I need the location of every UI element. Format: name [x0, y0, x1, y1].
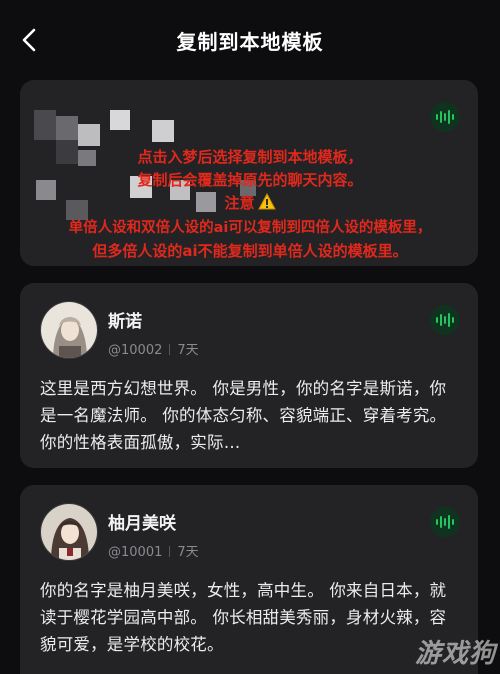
character-time: 7天 [177, 545, 199, 560]
top-bar: 复制到本地模板 [0, 0, 500, 78]
avatar [40, 503, 98, 561]
character-name: 柚月美咲 [108, 514, 176, 534]
notice-line-5: 但多倍人设的ai不能复制到单倍人设的模板里。 [92, 242, 408, 260]
voice-button[interactable] [430, 507, 460, 537]
character-meta: @10001 7天 [108, 541, 199, 560]
character-time: 7天 [177, 343, 199, 358]
voice-wave-icon [436, 110, 454, 124]
voice-wave-icon [436, 313, 454, 327]
page-title: 复制到本地模板 [176, 30, 324, 54]
divider [169, 546, 171, 557]
character-id: @10001 [108, 545, 163, 560]
voice-button[interactable] [430, 102, 460, 132]
notice-line-3-wrap: 注意 [0, 192, 500, 217]
character-meta: @10002 7天 [108, 339, 199, 358]
warning-icon [257, 192, 276, 217]
divider [169, 344, 171, 355]
character-id: @10002 [108, 343, 163, 358]
notice-line-1: 点击入梦后选择复制到本地模板， [137, 148, 363, 166]
notice-line-4: 单倍人设和双倍人设的ai可以复制到四倍人设的模板里， [68, 220, 432, 236]
avatar [40, 301, 98, 359]
notice-line-2: 复制后会覆盖掉原先的聊天内容。 [137, 171, 363, 189]
voice-button[interactable] [430, 305, 460, 335]
notice-line-3: 注意 [224, 194, 255, 212]
character-description: 你的名字是柚月美咲，女性，高中生。 你来自日本，就读于樱花学园高中部。 你长相甜… [40, 581, 447, 654]
character-description: 这里是西方幻想世界。 你是男性，你的名字是斯诺，你是一名魔法师。 你的体态匀称、… [40, 379, 447, 452]
voice-wave-icon [436, 515, 454, 529]
notice-text: 点击入梦后选择复制到本地模板， 复制后会覆盖掉原先的聊天内容。 注意 单倍人设和… [0, 146, 500, 263]
watermark-logo: 游戏狗 [414, 639, 496, 669]
character-name: 斯诺 [108, 312, 142, 332]
template-card[interactable]: 柚月美咲 @10001 7天 你的名字是柚月美咲，女性，高中生。 你来自日本，就读… [20, 485, 478, 674]
template-card[interactable]: 斯诺 @10002 7天 这里是西方幻想世界。 你是男性，你的名字是斯诺，你是一名… [20, 283, 478, 468]
